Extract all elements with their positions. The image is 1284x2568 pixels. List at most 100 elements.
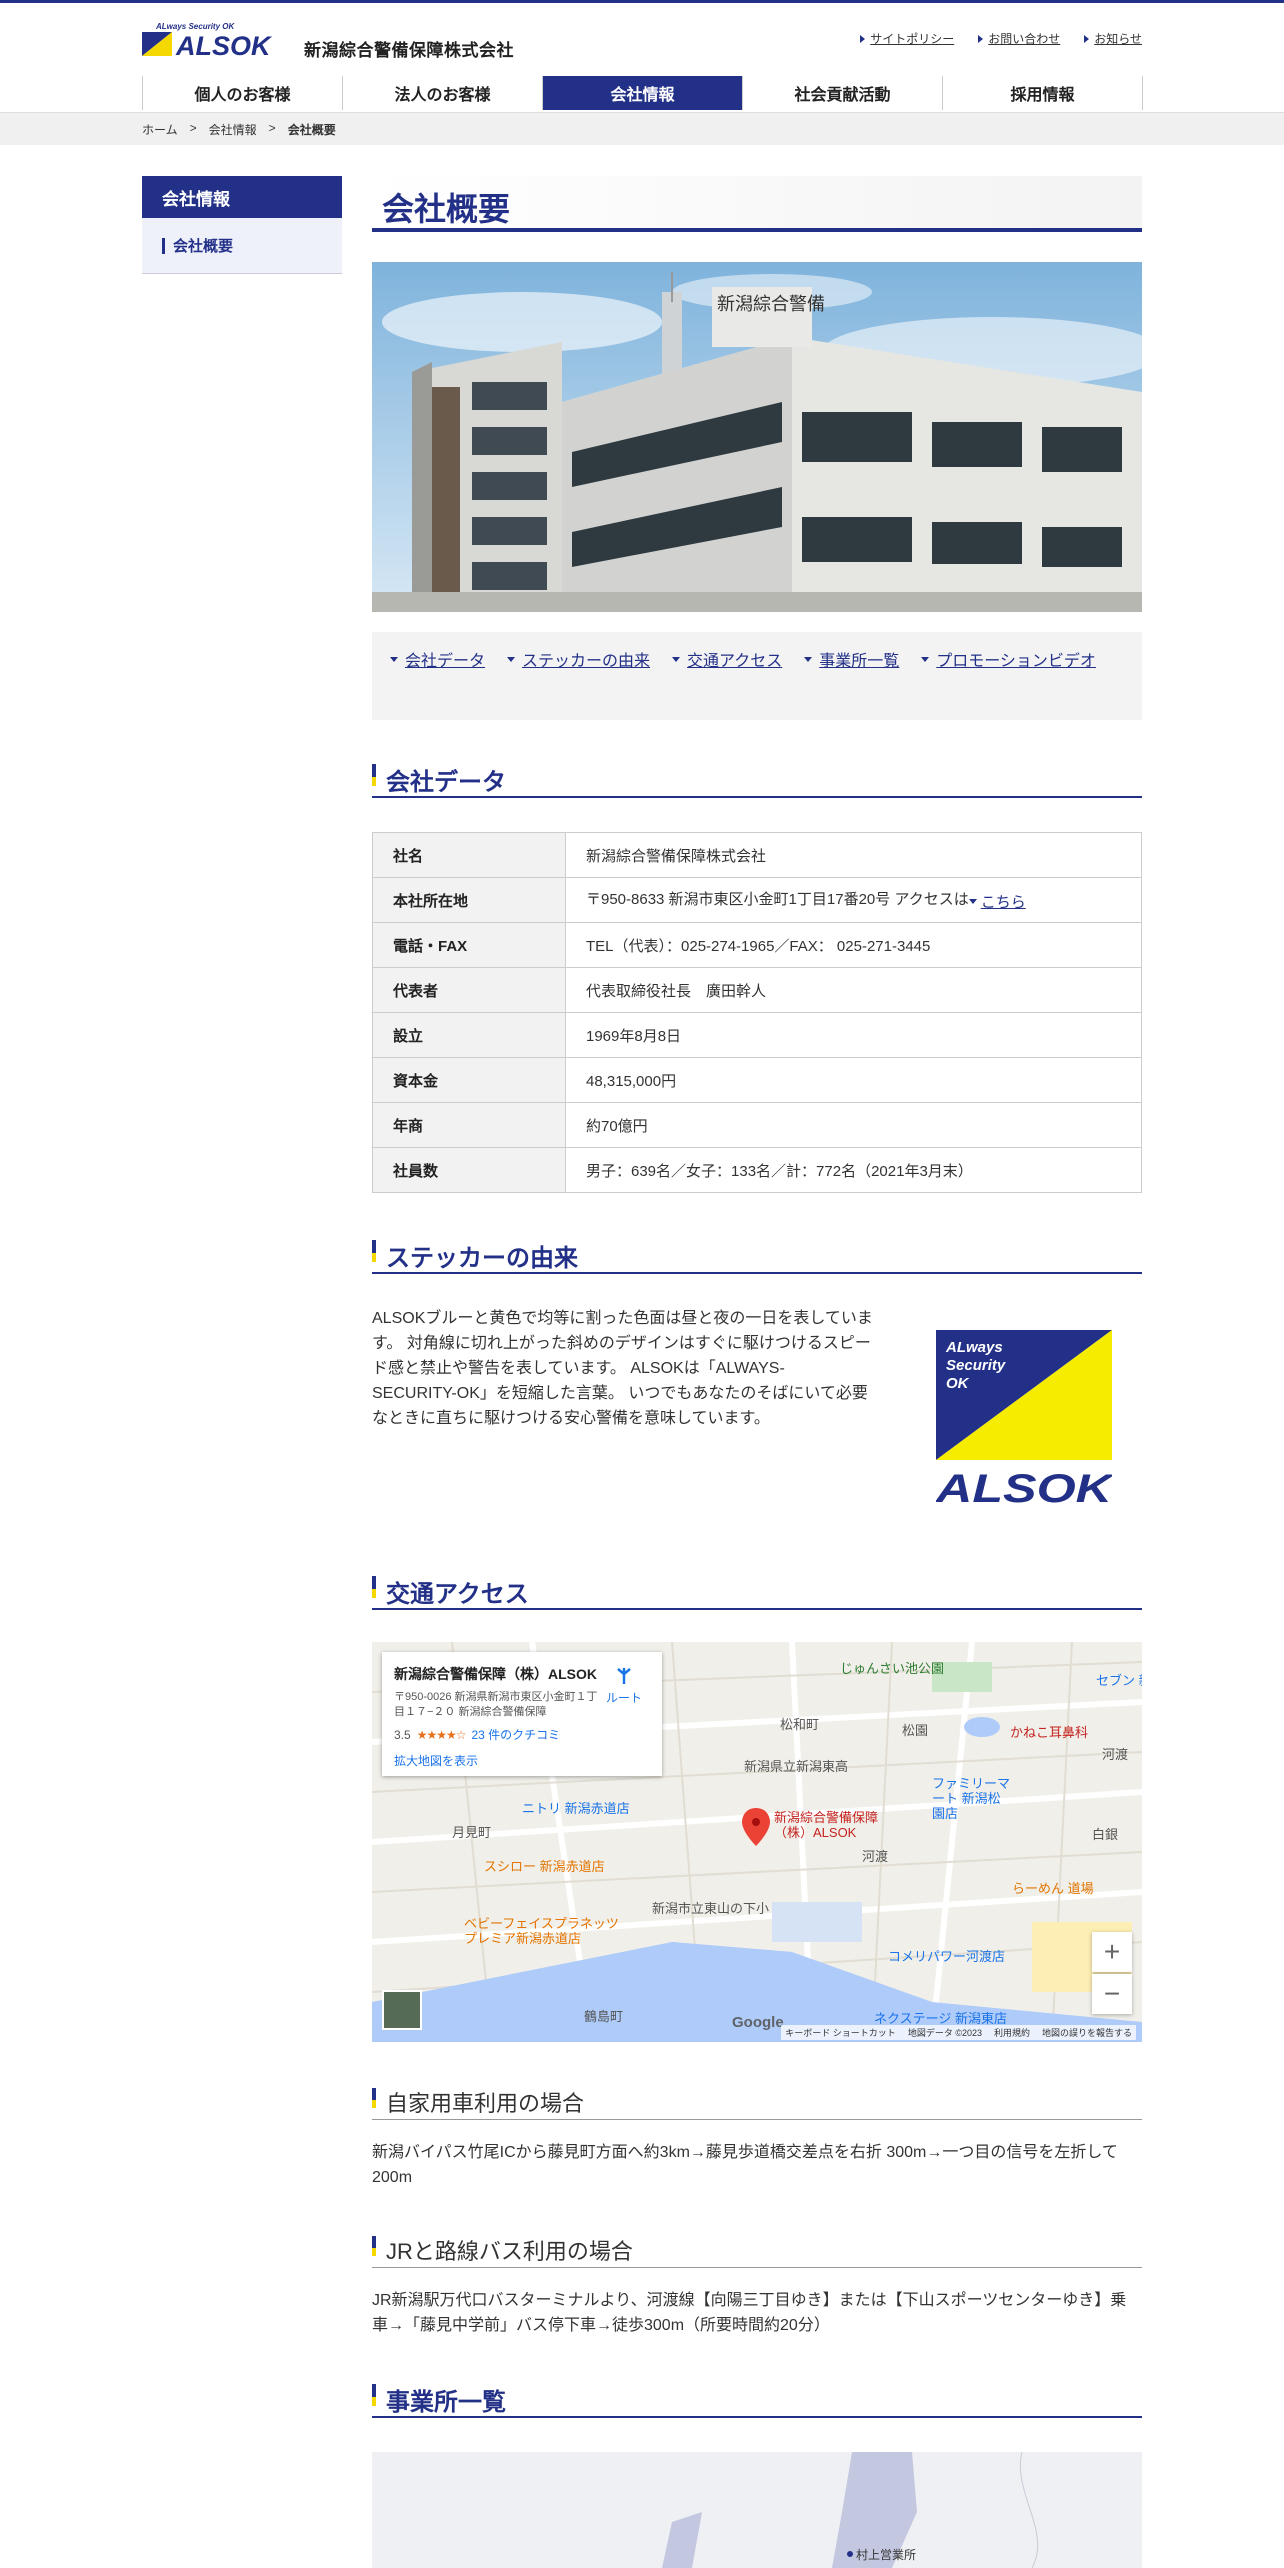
- row-key: 資本金: [372, 1057, 566, 1103]
- arrow-down-icon: [804, 656, 813, 662]
- breadcrumb-sep: >: [268, 121, 276, 135]
- company-data-table: 社名 新潟綜合警備保障株式会社 本社所在地 〒950-8633 新潟市東区小金町1丁…: [372, 832, 1142, 1193]
- breadcrumb-home[interactable]: ホーム: [142, 121, 178, 138]
- rating-stars-icon: ★★★★☆: [416, 1727, 467, 1742]
- breadcrumb-sep: >: [189, 121, 197, 135]
- report-error-link[interactable]: 地図の誤りを報告する: [1042, 2026, 1132, 2039]
- row-key: 電話・FAX: [372, 922, 566, 968]
- row-value: TEL（代表）：025-274-1965／FAX： 025-271-3445: [565, 922, 1142, 968]
- row-key: 年商: [372, 1102, 566, 1148]
- terms-link[interactable]: 利用規約: [994, 2026, 1030, 2039]
- svg-text:Security: Security: [946, 1357, 1006, 1374]
- arrow-down-icon: [968, 899, 977, 904]
- global-nav: 個人のお客様 法人のお客様 会社情報 社会貢献活動 採用情報: [142, 76, 1143, 110]
- larger-map-link[interactable]: 拡大地図を表示: [394, 1752, 478, 1769]
- directions-icon: [617, 1668, 631, 1684]
- headquarters-photo: 新潟綜合警備: [372, 262, 1142, 612]
- breadcrumb-current: 会社概要: [287, 123, 336, 137]
- directions-button[interactable]: ルート: [604, 1666, 644, 1706]
- row-value: 男子：639名／女子：133名／計：772名（2021年3月末）: [565, 1147, 1142, 1193]
- page-title: 会社概要: [372, 176, 1142, 232]
- subsection-title-bus: JRと路線バス利用の場合: [372, 2228, 1142, 2268]
- anchor-offices[interactable]: 事業所一覧: [804, 642, 899, 676]
- satellite-toggle[interactable]: [382, 1990, 422, 2030]
- table-row: 年商 約70億円: [372, 1102, 1142, 1148]
- anchor-promo-video[interactable]: プロモーションビデオ: [921, 642, 1096, 676]
- alsok-sticker-logo: ALways Security OK ALSOK: [936, 1330, 1112, 1506]
- table-row: 設立 1969年8月8日: [372, 1012, 1142, 1058]
- sidebar-heading[interactable]: 会社情報: [142, 176, 342, 218]
- table-row: 本社所在地 〒950-8633 新潟市東区小金町1丁目17番20号 アクセスは こち…: [372, 877, 1142, 923]
- nav-social-contribution[interactable]: 社会貢献活動: [743, 76, 943, 110]
- contact-link[interactable]: お問い合わせ: [978, 30, 1060, 47]
- subsection-title-car: 自家用車利用の場合: [372, 2080, 1142, 2120]
- arrow-down-icon: [507, 656, 516, 662]
- row-value: 〒950-8633 新潟市東区小金町1丁目17番20号 アクセスは こちら: [565, 877, 1142, 923]
- offices-map[interactable]: 村上営業所: [372, 2452, 1142, 2568]
- nav-corporate[interactable]: 法人のお客様: [343, 76, 543, 110]
- company-name: 新潟綜合警備保障株式会社: [304, 41, 514, 60]
- section-title-offices: 事業所一覧: [372, 2376, 1142, 2418]
- google-map[interactable]: じゅんさい池公園 松和町 松園 かねこ耳鼻科 新潟県立新潟東高 ファミリーマート…: [372, 1642, 1142, 2042]
- logo-tagline: ALways Security OK: [155, 22, 235, 31]
- map-data-credit: 地図データ ©2023: [907, 2028, 982, 2038]
- row-key: 代表者: [372, 967, 566, 1013]
- building-sign: 新潟綜合警備: [717, 294, 825, 315]
- logo-text: ALSOK: [175, 31, 273, 60]
- alsok-logo[interactable]: ALways Security OK ALSOK: [142, 22, 302, 60]
- arrow-down-icon: [672, 656, 681, 662]
- nav-personal[interactable]: 個人のお客様: [143, 76, 343, 110]
- place-address: 〒950-0026 新潟県新潟市東区小金町１丁目１７−２０ 新潟綜合警備保障: [394, 1691, 598, 1718]
- section-title-sticker-origin: ステッカーの由来: [372, 1232, 1142, 1274]
- utility-links: サイトポリシー お問い合わせ お知らせ: [860, 30, 1142, 47]
- svg-text:OK: OK: [946, 1375, 970, 1392]
- arrow-right-icon: [1084, 34, 1090, 43]
- zoom-in-button[interactable]: +: [1092, 1932, 1132, 1972]
- breadcrumb-company-info[interactable]: 会社情報: [209, 121, 257, 138]
- map-info-card: 新潟綜合警備保障（株）ALSOK 〒950-0026 新潟県新潟市東区小金町１丁…: [382, 1652, 662, 1776]
- breadcrumb-bar: ホーム > 会社情報 > 会社概要: [0, 112, 1284, 145]
- google-logo: Google: [732, 2014, 784, 2031]
- place-rating: 3.5 ★★★★☆ 23 件のクチコミ: [394, 1726, 561, 1743]
- bus-directions: JR新潟駅万代口バスターミナルより、河渡線【向陽三丁目ゆき】または【下山スポーツ…: [372, 2292, 1127, 2334]
- office-label: 村上営業所: [856, 2548, 917, 2562]
- page-anchor-links: 会社データ ステッカーの由来 交通アクセス 事業所一覧 プロモーションビデオ: [372, 632, 1142, 720]
- sidebar-item-company-overview[interactable]: 会社概要: [142, 218, 342, 274]
- section-title-access: 交通アクセス: [372, 1568, 1142, 1610]
- section-title-company-data: 会社データ: [372, 756, 1142, 798]
- keyboard-shortcuts-link[interactable]: キーボード ショートカット: [785, 2026, 896, 2039]
- arrow-down-icon: [921, 656, 930, 662]
- table-row: 社員数 男子：639名／女子：133名／計：772名（2021年3月末）: [372, 1147, 1142, 1193]
- row-key: 社員数: [372, 1147, 566, 1193]
- access-here-link[interactable]: こちら: [968, 891, 1026, 912]
- arrow-down-icon: [390, 656, 398, 662]
- anchor-access[interactable]: 交通アクセス: [672, 642, 782, 676]
- place-name: 新潟綜合警備保障（株）ALSOK: [394, 1666, 597, 1682]
- nav-recruit[interactable]: 採用情報: [943, 76, 1143, 110]
- map-footer: キーボード ショートカット 地図データ ©2023 利用規約 地図の誤りを報告す…: [781, 2025, 1136, 2040]
- anchor-company-data[interactable]: 会社データ: [390, 642, 485, 676]
- offices-map-graphic: [662, 2452, 1039, 2568]
- sticker-description: ALSOKブルーと黄色で均等に割った色面は昼と夜の一日を表していま す。 対角線…: [372, 1310, 873, 1427]
- row-value: 代表取締役社長 廣田幹人: [565, 967, 1142, 1013]
- table-row: 代表者 代表取締役社長 廣田幹人: [372, 967, 1142, 1013]
- table-row: 社名 新潟綜合警備保障株式会社: [372, 832, 1142, 878]
- svg-text:ALSOK: ALSOK: [936, 1467, 1112, 1506]
- row-value: 48,315,000円: [565, 1057, 1142, 1103]
- anchor-sticker-origin[interactable]: ステッカーの由来: [507, 642, 650, 676]
- news-link[interactable]: お知らせ: [1084, 30, 1142, 47]
- car-directions: 新潟バイパス竹尾ICから藤見町方面へ約3km→藤見歩道橋交差点を右折 300m→…: [372, 2144, 1118, 2186]
- row-value: 新潟綜合警備保障株式会社: [565, 832, 1142, 878]
- top-accent-line: [0, 0, 1284, 3]
- arrow-right-icon: [860, 34, 866, 43]
- site-policy-link[interactable]: サイトポリシー: [860, 30, 954, 47]
- row-key: 設立: [372, 1012, 566, 1058]
- reviews-link[interactable]: 23 件のクチコミ: [471, 1726, 560, 1743]
- svg-text:ALways: ALways: [945, 1339, 1003, 1356]
- table-row: 資本金 48,315,000円: [372, 1057, 1142, 1103]
- breadcrumb: ホーム > 会社情報 > 会社概要: [142, 121, 336, 138]
- table-row: 電話・FAX TEL（代表）：025-274-1965／FAX： 025-271-…: [372, 922, 1142, 968]
- row-value: 1969年8月8日: [565, 1012, 1142, 1058]
- nav-company-info[interactable]: 会社情報: [543, 76, 743, 110]
- zoom-out-button[interactable]: −: [1092, 1974, 1132, 2014]
